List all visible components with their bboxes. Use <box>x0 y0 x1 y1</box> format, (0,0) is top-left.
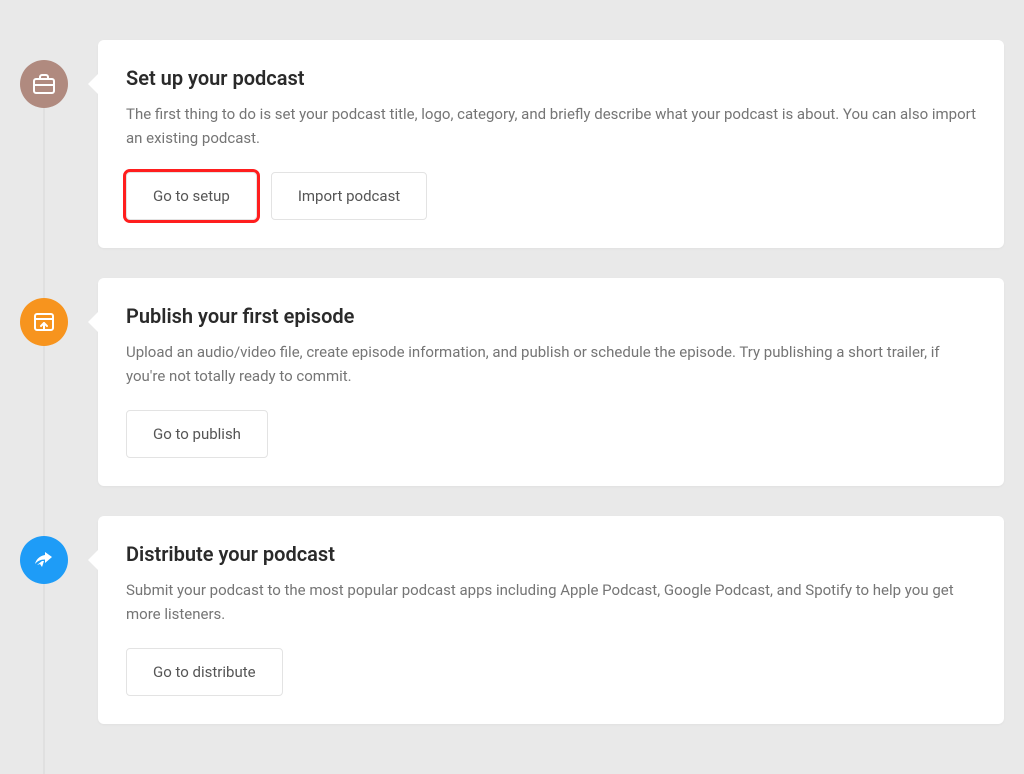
onboarding-steps: Set up your podcast The first thing to d… <box>0 0 1024 774</box>
step-setup: Set up your podcast The first thing to d… <box>20 40 1004 248</box>
share-icon <box>20 536 68 584</box>
steps-list: Set up your podcast The first thing to d… <box>20 40 1004 724</box>
setup-card: Set up your podcast The first thing to d… <box>98 40 1004 248</box>
go-to-distribute-button[interactable]: Go to distribute <box>126 648 283 696</box>
go-to-publish-button[interactable]: Go to publish <box>126 410 268 458</box>
import-podcast-button[interactable]: Import podcast <box>271 172 427 220</box>
setup-card-description: The first thing to do is set your podcas… <box>126 102 976 150</box>
go-to-setup-button[interactable]: Go to setup <box>126 172 257 220</box>
distribute-card: Distribute your podcast Submit your podc… <box>98 516 1004 724</box>
upload-icon <box>20 298 68 346</box>
setup-card-actions: Go to setup Import podcast <box>126 172 976 220</box>
publish-card-description: Upload an audio/video file, create episo… <box>126 340 976 388</box>
briefcase-icon <box>20 60 68 108</box>
distribute-card-description: Submit your podcast to the most popular … <box>126 578 976 626</box>
step-publish: Publish your first episode Upload an aud… <box>20 278 1004 486</box>
publish-card-actions: Go to publish <box>126 410 976 458</box>
publish-card: Publish your first episode Upload an aud… <box>98 278 1004 486</box>
distribute-card-actions: Go to distribute <box>126 648 976 696</box>
distribute-card-title: Distribute your podcast <box>126 542 976 566</box>
publish-card-title: Publish your first episode <box>126 304 976 328</box>
setup-card-title: Set up your podcast <box>126 66 976 90</box>
step-distribute: Distribute your podcast Submit your podc… <box>20 516 1004 724</box>
